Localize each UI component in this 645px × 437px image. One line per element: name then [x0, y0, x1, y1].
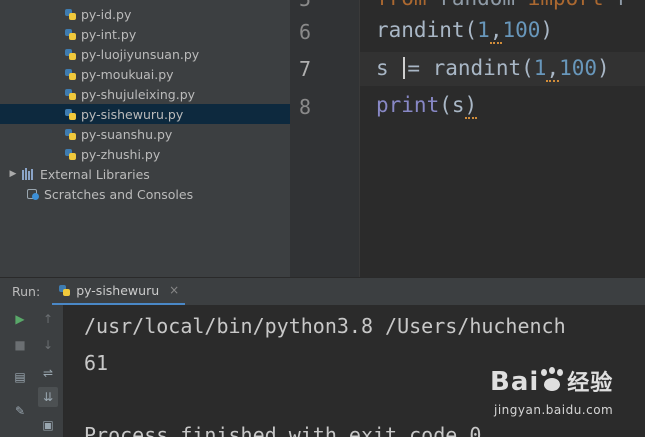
- tree-file-label: py-shujuleixing.py: [81, 86, 196, 102]
- python-file-icon: [64, 8, 77, 21]
- tree-file-label: py-moukuai.py: [81, 66, 174, 82]
- tree-file-py-id[interactable]: py-id.py: [0, 4, 290, 24]
- tree-file-label: py-luojiyunsuan.py: [81, 46, 200, 62]
- project-tree-panel: py-id.py py-int.py py-luojiyunsuan.py py…: [0, 0, 290, 277]
- python-file-icon: [58, 284, 71, 297]
- python-file-icon: [64, 108, 77, 121]
- tree-external-libraries[interactable]: ▶ External Libraries: [0, 164, 290, 184]
- tree-file-py-int[interactable]: py-int.py: [0, 24, 290, 44]
- console-line: Process finished with exit code 0: [84, 423, 482, 437]
- scratch-icon: [26, 187, 40, 201]
- python-file-icon: [64, 68, 77, 81]
- arrow-up-icon[interactable]: ↑: [38, 309, 58, 329]
- python-file-icon: [64, 48, 77, 61]
- run-toolbar: ▶ ↑ ■ ↓ ▤ ⇌ ✎ ⇊ ▣: [0, 305, 64, 437]
- text-caret: [403, 57, 406, 79]
- python-file-icon: [64, 88, 77, 101]
- line-number: 5: [290, 0, 320, 11]
- line-number: 8: [298, 95, 312, 119]
- code-line-5[interactable]: from random import r: [376, 0, 629, 10]
- tree-scratches-label: Scratches and Consoles: [44, 186, 194, 202]
- tree-file-py-shujuleixing[interactable]: py-shujuleixing.py: [0, 84, 290, 104]
- tree-file-label: py-sishewuru.py: [81, 106, 184, 122]
- watermark-url: jingyan.baidu.com: [494, 403, 614, 417]
- tree-file-py-luojiyunsuan[interactable]: py-luojiyunsuan.py: [0, 44, 290, 64]
- tree-file-py-zhushi[interactable]: py-zhushi.py: [0, 144, 290, 164]
- console-line: 61: [84, 351, 109, 375]
- line-number: 7: [298, 57, 312, 81]
- tree-file-label: py-zhushi.py: [81, 146, 161, 162]
- soft-wrap-icon[interactable]: ⇌: [38, 363, 58, 383]
- chevron-right-icon[interactable]: ▶: [8, 169, 18, 179]
- scroll-to-end-icon[interactable]: ⇊: [38, 387, 58, 407]
- arrow-down-icon[interactable]: ↓: [38, 335, 58, 355]
- run-tab-label: py-sishewuru: [76, 282, 160, 298]
- tree-file-py-moukuai[interactable]: py-moukuai.py: [0, 64, 290, 84]
- tree-file-label: py-suanshu.py: [81, 126, 173, 142]
- console-line: /usr/local/bin/python3.8 /Users/huchench: [84, 314, 566, 338]
- code-line-8[interactable]: print(s): [376, 93, 478, 119]
- paw-icon: [539, 367, 567, 393]
- close-icon[interactable]: ×: [169, 283, 179, 297]
- tree-file-label: py-int.py: [81, 26, 137, 42]
- code-line-7[interactable]: s = randint(1,100): [376, 56, 610, 82]
- python-file-icon: [64, 128, 77, 141]
- tree-file-label: py-id.py: [81, 6, 132, 22]
- baidu-jingyan-watermark: Bai 经验 jingyan.baidu.com: [490, 365, 640, 425]
- library-icon: [22, 168, 36, 180]
- tree-file-py-suanshu[interactable]: py-suanshu.py: [0, 124, 290, 144]
- print-icon[interactable]: ▣: [38, 415, 58, 435]
- code-editor[interactable]: 5 6 7 8 from random import r randint(1,1…: [290, 0, 645, 277]
- line-number: 6: [298, 20, 312, 44]
- tree-file-py-sishewuru[interactable]: py-sishewuru.py: [0, 104, 290, 124]
- run-tab-py-sishewuru[interactable]: py-sishewuru ×: [52, 278, 186, 306]
- watermark-brand: Bai 经验: [490, 367, 614, 397]
- layout-icon[interactable]: ▤: [10, 367, 30, 387]
- python-file-icon: [64, 148, 77, 161]
- stop-icon[interactable]: ■: [10, 335, 30, 355]
- tree-scratches-consoles[interactable]: Scratches and Consoles: [0, 184, 290, 204]
- run-tool-window-header: Run: py-sishewuru ×: [0, 277, 645, 306]
- code-line-6[interactable]: randint(1,100): [376, 18, 553, 44]
- python-file-icon: [64, 28, 77, 41]
- pin-icon[interactable]: ✎: [10, 401, 30, 421]
- tree-external-libraries-label: External Libraries: [40, 166, 150, 182]
- rerun-icon[interactable]: ▶: [10, 309, 30, 329]
- run-label: Run:: [12, 284, 41, 299]
